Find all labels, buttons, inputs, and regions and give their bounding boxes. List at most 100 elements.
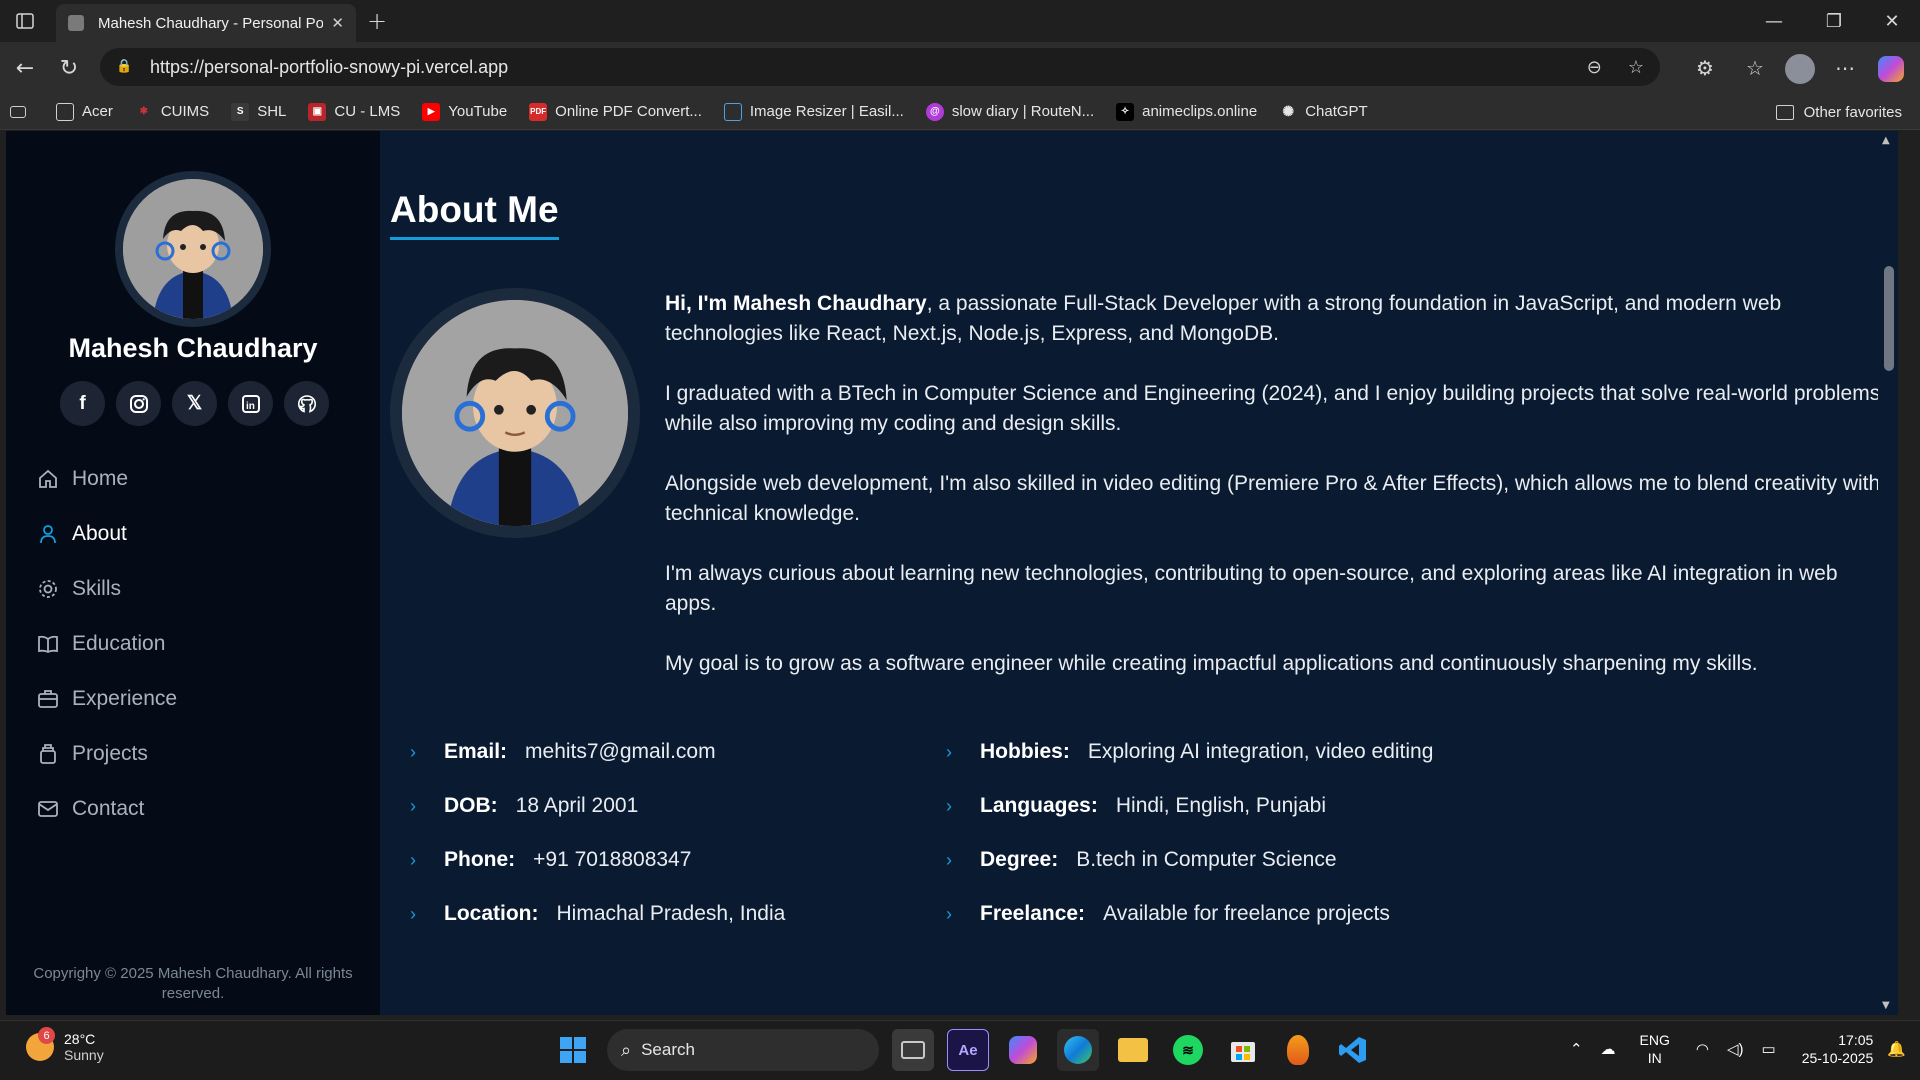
bookmark-animeclips[interactable]: ✧ animeclips.online	[1116, 102, 1257, 121]
book-icon	[36, 632, 60, 656]
bookmark-slow-diary[interactable]: @ slow diary | RouteN...	[925, 102, 1094, 121]
windows-start-icon[interactable]	[552, 1029, 594, 1071]
taskbar-search[interactable]: ⌕ Search	[607, 1029, 879, 1071]
bookmark-chatgpt[interactable]: ✺ ChatGPT	[1279, 103, 1367, 121]
instagram-icon[interactable]	[116, 381, 161, 426]
bio-paragraph: I'm always curious about learning new te…	[665, 562, 1838, 615]
minimize-button[interactable]: —	[1744, 0, 1804, 42]
tab-title: Mahesh Chaudhary - Personal Po	[98, 14, 324, 32]
tab-actions-icon[interactable]	[12, 9, 38, 33]
restore-button[interactable]: ❐	[1804, 0, 1864, 42]
scroll-down-arrow-icon[interactable]: ▼	[1882, 1000, 1890, 1011]
linkedin-icon[interactable]: in	[228, 381, 273, 426]
search-icon: ⌕	[621, 1039, 632, 1060]
favorite-star-icon[interactable]: ☆	[1628, 57, 1644, 78]
copilot-icon[interactable]	[1878, 56, 1904, 82]
clock[interactable]: 17:05 25-10-2025	[1802, 1031, 1874, 1067]
github-icon[interactable]	[284, 381, 329, 426]
slow-diary-icon: @	[925, 102, 944, 121]
weather-widget[interactable]: 6 28°C Sunny	[26, 1027, 104, 1063]
copilot-app-icon[interactable]	[1002, 1029, 1044, 1071]
freelance-value: Available for freelance projects	[1103, 902, 1390, 925]
task-view-icon[interactable]	[892, 1029, 934, 1071]
facebook-icon[interactable]: f	[60, 381, 105, 426]
about-section: About Me Hi, I'm Mahesh Chaudhary, a pas…	[390, 131, 1898, 1015]
sidebar-item-skills[interactable]: Skills	[36, 561, 177, 616]
close-window-button[interactable]: ✕	[1862, 0, 1920, 42]
scrollbar-thumb[interactable]	[1884, 266, 1894, 371]
edge-browser-icon[interactable]	[1057, 1029, 1099, 1071]
browser-tab-bar: Mahesh Chaudhary - Personal Po ✕ + — ❐ ✕	[0, 0, 1920, 42]
info-row-hobbies: › Hobbies: Exploring AI integration, video…	[946, 740, 1434, 763]
bookmark-cu-lms[interactable]: ▣ CU - LMS	[308, 102, 400, 121]
section-title: About Me	[390, 189, 559, 240]
bio-paragraph: My goal is to grow as a software enginee…	[665, 652, 1758, 675]
bookmark-image-resizer[interactable]: Image Resizer | Easil...	[723, 102, 904, 121]
image-resizer-icon	[723, 102, 742, 121]
favorites-icon[interactable]: ☆	[1740, 54, 1770, 82]
chevron-right-icon: ›	[410, 849, 416, 870]
info-list-left: › Email: mehits7@gmail.com › DOB: 18 April 2…	[410, 725, 785, 941]
vscode-icon[interactable]	[1332, 1029, 1374, 1071]
onedrive-cloud-icon[interactable]: ☁	[1601, 1040, 1616, 1058]
weather-desc: Sunny	[64, 1047, 104, 1063]
bookmark-shl[interactable]: S SHL	[231, 102, 286, 121]
bookmarks-toggle-icon[interactable]	[10, 105, 34, 118]
notifications-bell-icon[interactable]: 🔔	[1887, 1040, 1906, 1058]
user-icon	[36, 522, 60, 546]
language-indicator[interactable]: ENG IN	[1640, 1031, 1670, 1067]
sidebar-item-experience[interactable]: Experience	[36, 671, 177, 726]
more-menu-icon[interactable]: ⋯	[1830, 54, 1860, 82]
bookmark-acer[interactable]: Acer	[56, 102, 113, 121]
url-text[interactable]: https://personal-portfolio-snowy-pi.verc…	[150, 57, 1561, 78]
languages-value: Hindi, English, Punjabi	[1115, 794, 1326, 817]
site-info-icon[interactable]: 🔒	[116, 59, 132, 75]
page-scrollbar[interactable]: ▲ ▼	[1878, 131, 1898, 1015]
volume-icon[interactable]: ◁)	[1727, 1040, 1744, 1058]
after-effects-icon[interactable]: Ae	[947, 1029, 989, 1071]
profile-avatar[interactable]	[1785, 54, 1815, 84]
sidebar-item-education[interactable]: Education	[36, 616, 177, 671]
sidebar: Mahesh Chaudhary f 𝕏 in Home About Skill…	[6, 131, 380, 1015]
degree-value: B.tech in Computer Science	[1076, 848, 1337, 871]
location-value: Himachal Pradesh, India	[556, 902, 786, 925]
tab-close-icon[interactable]: ✕	[331, 14, 344, 32]
chevron-right-icon: ›	[946, 795, 952, 816]
other-favorites[interactable]: Other favorites	[1775, 94, 1902, 130]
mail-icon	[36, 797, 60, 821]
bio-intro: Hi, I'm Mahesh Chaudhary, a passionate F…	[665, 289, 1885, 349]
spotify-icon[interactable]: ≋	[1167, 1029, 1209, 1071]
address-bar[interactable]: 🔒 https://personal-portfolio-snowy-pi.ve…	[100, 48, 1660, 86]
sidebar-item-about[interactable]: About	[36, 506, 177, 561]
sun-icon: 6	[26, 1027, 55, 1061]
browser-tab-active[interactable]: Mahesh Chaudhary - Personal Po ✕	[56, 4, 356, 42]
battery-icon[interactable]: ▭	[1762, 1040, 1776, 1058]
refresh-button[interactable]: ↻	[54, 54, 84, 82]
info-row-phone: › Phone: +91 7018808347	[410, 848, 692, 871]
chevron-up-icon[interactable]: ⌃	[1570, 1040, 1583, 1058]
new-tab-button[interactable]: +	[360, 6, 394, 36]
bookmark-cuims[interactable]: ✱ CUIMS	[135, 103, 210, 121]
address-toolbar: ← ↻ 🔒 https://personal-portfolio-snowy-p…	[0, 42, 1920, 94]
back-button[interactable]: ←	[10, 54, 40, 82]
file-explorer-icon[interactable]	[1112, 1029, 1154, 1071]
sidebar-item-projects[interactable]: Projects	[36, 726, 177, 781]
reading-mode-icon[interactable]: ⊖	[1587, 57, 1602, 78]
cuims-icon: ✱	[139, 106, 149, 117]
clock-date: 25-10-2025	[1801, 1050, 1874, 1066]
sidebar-item-contact[interactable]: Contact	[36, 781, 177, 836]
x-icon[interactable]: 𝕏	[172, 381, 217, 426]
cu-lms-icon: ▣	[308, 102, 327, 121]
scroll-up-arrow-icon[interactable]: ▲	[1882, 135, 1890, 146]
shl-icon: S	[231, 102, 250, 121]
extensions-icon[interactable]: ⚙	[1690, 54, 1720, 82]
bookmark-pdf-convert[interactable]: PDF Online PDF Convert...	[529, 102, 702, 121]
wifi-icon[interactable]: ◠	[1696, 1040, 1709, 1058]
bookmark-youtube[interactable]: ▶ YouTube	[422, 102, 507, 121]
sidebar-item-home[interactable]: Home	[36, 451, 177, 506]
youtube-icon: ▶	[422, 102, 441, 121]
microsoft-store-icon[interactable]	[1222, 1029, 1264, 1071]
projects-icon	[36, 742, 60, 766]
fl-studio-icon[interactable]	[1277, 1029, 1319, 1071]
bio-paragraph: Alongside web development, I'm also skil…	[665, 472, 1881, 525]
